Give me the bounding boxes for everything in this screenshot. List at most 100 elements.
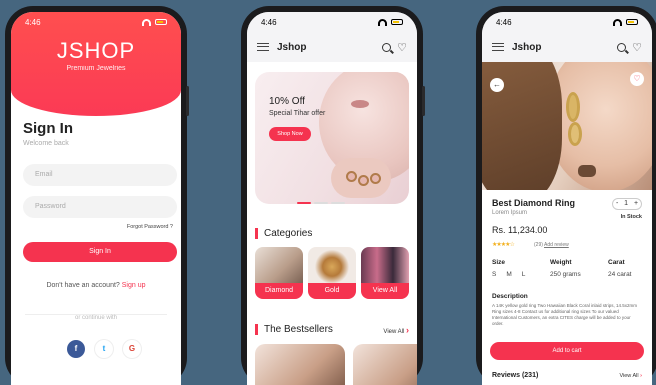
battery-icon (626, 19, 638, 25)
app-title: Jshop (277, 41, 307, 53)
bestsellers-title: The Bestsellers (255, 324, 333, 335)
continue-with-text: or continue with (70, 315, 122, 321)
view-all-label: View All (383, 329, 405, 335)
battery-icon (391, 19, 403, 25)
welcome-text: Welcome back (23, 140, 69, 147)
view-all-link[interactable]: View All › (383, 325, 409, 335)
heart-icon[interactable]: ♡ (397, 41, 407, 54)
carousel-dots (297, 202, 345, 204)
stock-status: In Stock (620, 214, 642, 220)
app-bar: Jshop ♡ (482, 32, 652, 62)
carat-value: 24 carat (608, 271, 632, 278)
quantity-stepper[interactable]: - 1 + (612, 198, 642, 210)
description-text: A 14K yellow gold ring Two Hawaiian Blac… (492, 303, 637, 326)
facebook-icon[interactable]: f (67, 340, 85, 358)
category-gold[interactable]: Gold (308, 247, 356, 299)
description-title: Description (492, 293, 528, 300)
weight-value: 250 grams (550, 271, 581, 278)
category-diamond[interactable]: Diamond (255, 247, 303, 299)
chevron-right-icon: › (640, 373, 642, 379)
carat-label: Carat (608, 259, 625, 266)
shop-now-button[interactable]: Shop Now (269, 127, 311, 141)
signup-prompt: Don't have an account? Sign up (11, 282, 181, 289)
earring-image (566, 92, 580, 122)
wifi-icon (378, 18, 387, 26)
product-screen: 4:46 Jshop ♡ ← ♡ Best Diamond Ring Lorem… (482, 12, 652, 385)
category-image (255, 247, 303, 283)
wifi-icon (613, 18, 622, 26)
category-image (361, 247, 409, 283)
search-icon[interactable] (382, 42, 392, 52)
status-time: 4:46 (25, 17, 41, 27)
decrement-button[interactable]: - (616, 199, 618, 209)
weight-label: Weight (550, 259, 572, 266)
banner-headline: 10% Off (269, 96, 305, 107)
app-bar: Jshop ♡ (247, 32, 417, 62)
size-options: S M L (492, 271, 525, 278)
size-option-m[interactable]: M (506, 271, 511, 278)
menu-icon[interactable] (492, 43, 504, 51)
rating-stars: ★★★★☆ (492, 242, 515, 248)
product-subtitle: Lorem Ipsum (492, 210, 528, 216)
signup-link[interactable]: Sign up (122, 282, 146, 289)
divider: or continue with (25, 314, 167, 321)
menu-icon[interactable] (257, 43, 269, 51)
signin-header: 4:46 JSHOP Premium Jewelries (11, 12, 181, 116)
ring-image (370, 173, 381, 184)
status-time: 4:46 (261, 17, 277, 27)
email-field[interactable]: Email (23, 164, 177, 186)
increment-button[interactable]: + (634, 199, 638, 209)
google-icon[interactable]: G (123, 340, 141, 358)
status-time: 4:46 (496, 17, 512, 27)
size-label: Size (492, 259, 506, 266)
review-count: (29) Add review (534, 242, 569, 248)
password-field[interactable]: Password (23, 196, 177, 218)
heart-icon[interactable]: ♡ (632, 41, 642, 54)
phone-signin: 4:46 JSHOP Premium Jewelries Sign In Wel… (5, 6, 189, 385)
chevron-right-icon: › (406, 325, 409, 335)
size-option-s[interactable]: S (492, 271, 496, 278)
earring-image (568, 122, 582, 146)
forgot-password-link[interactable]: Forgot Password ? (127, 224, 173, 230)
home-screen: 4:46 Jshop ♡ 10% Off Special Tihar offer… (247, 12, 417, 385)
battery-icon (155, 19, 167, 25)
category-label: View All (361, 283, 409, 299)
brand-tagline: Premium Jewelries (66, 65, 126, 72)
twitter-icon[interactable]: t (95, 340, 113, 358)
categories-title: Categories (255, 228, 312, 239)
ring-image (578, 165, 596, 177)
product-price: Rs. 11,234.00 (492, 225, 548, 235)
ring-image (346, 171, 357, 182)
phone-product: 4:46 Jshop ♡ ← ♡ Best Diamond Ring Lorem… (476, 6, 656, 385)
status-bar: 4:46 (11, 12, 181, 32)
size-option-l[interactable]: L (522, 271, 526, 278)
signin-screen: 4:46 JSHOP Premium Jewelries Sign In Wel… (11, 12, 181, 385)
product-name: Best Diamond Ring (492, 198, 576, 208)
banner-offer: Special Tihar offer (269, 110, 326, 117)
page-title: Sign In (23, 120, 73, 137)
signin-button[interactable]: Sign In (23, 242, 177, 262)
reviews-view-all-link[interactable]: View All › (619, 373, 642, 379)
reviews-title: Reviews (231) (492, 372, 539, 379)
back-arrow-icon[interactable]: ← (490, 78, 504, 92)
add-review-link[interactable]: Add review (544, 242, 569, 248)
category-label: Gold (308, 283, 356, 299)
search-icon[interactable] (617, 42, 627, 52)
category-label: Diamond (255, 283, 303, 299)
promo-banner[interactable]: 10% Off Special Tihar offer Shop Now (255, 72, 409, 204)
product-image: ← ♡ (482, 62, 652, 190)
add-to-cart-button[interactable]: Add to cart (490, 342, 644, 360)
category-view-all[interactable]: View All (361, 247, 409, 299)
favorite-heart-icon[interactable]: ♡ (630, 72, 644, 86)
quantity-value: 1 (624, 200, 629, 207)
bestseller-card[interactable] (255, 344, 345, 385)
ring-image (358, 175, 369, 186)
category-image (308, 247, 356, 283)
bestseller-card[interactable] (353, 344, 417, 385)
no-account-text: Don't have an account? (46, 282, 120, 289)
status-bar: 4:46 (482, 12, 652, 32)
status-bar: 4:46 (247, 12, 417, 32)
app-title: Jshop (512, 41, 542, 53)
phone-home: 4:46 Jshop ♡ 10% Off Special Tihar offer… (241, 6, 425, 385)
wifi-icon (142, 18, 151, 26)
